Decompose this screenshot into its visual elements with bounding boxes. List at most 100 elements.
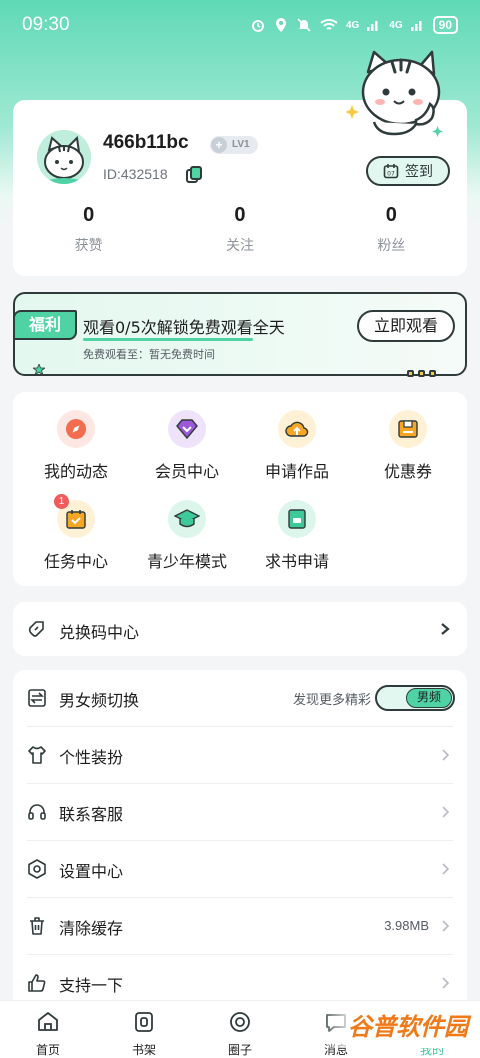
signal-bars-icon bbox=[367, 21, 378, 31]
gender-switch-label: 男女频切换 bbox=[59, 691, 140, 710]
feature-task-center-label: 任务中心 bbox=[43, 552, 108, 571]
stat-likes[interactable]: 0 获赞 bbox=[13, 204, 164, 255]
username: 466b11bc bbox=[103, 132, 189, 153]
avatar[interactable] bbox=[37, 130, 91, 184]
thumbs-up-icon bbox=[28, 974, 46, 992]
ticket-icon bbox=[28, 621, 44, 637]
feature-my-posts-label: 我的动态 bbox=[43, 462, 108, 481]
alarm-icon bbox=[251, 20, 264, 32]
star-decoration-icon bbox=[33, 364, 45, 376]
nav-bookshelf[interactable]: 书架 bbox=[96, 1001, 192, 1058]
home-icon bbox=[38, 1012, 58, 1031]
profile-stats: 0 获赞 0 关注 0 粉丝 bbox=[13, 204, 467, 255]
graduation-cap-icon bbox=[168, 500, 206, 538]
welfare-banner[interactable]: 福利 观看0/5次解锁免费观看全天 免费观看至：暂无免费时间 立即观看 bbox=[13, 292, 467, 377]
stat-fans-label: 粉丝 bbox=[377, 238, 406, 254]
feature-apply-works[interactable]: 申请作品 bbox=[242, 410, 352, 482]
welfare-title: 观看0/5次解锁免费观看全天 bbox=[83, 318, 285, 337]
upload-cloud-icon bbox=[278, 410, 316, 448]
svg-text:07: 07 bbox=[387, 171, 395, 178]
redeem-code-label: 兑换码中心 bbox=[59, 623, 140, 642]
support-us-label: 支持一下 bbox=[59, 976, 124, 995]
stat-likes-label: 获赞 bbox=[74, 238, 103, 254]
customer-service-label: 联系客服 bbox=[59, 805, 124, 824]
cat-mascot-icon bbox=[346, 50, 443, 137]
stat-fans-value: 0 bbox=[385, 204, 397, 226]
feature-book-request-label: 求书申请 bbox=[264, 552, 329, 571]
level-plus-icon: + bbox=[211, 137, 227, 153]
chevron-right-icon bbox=[442, 977, 450, 989]
personalize-row[interactable]: 个性装扮 bbox=[13, 727, 467, 784]
headset-icon bbox=[28, 804, 46, 820]
gender-switch-row[interactable]: 男女频切换 发现更多精彩 男频 bbox=[13, 670, 467, 727]
welfare-dots bbox=[407, 370, 436, 377]
feature-task-center[interactable]: 1 任务中心 bbox=[21, 494, 131, 572]
wifi-icon bbox=[320, 19, 338, 30]
bookshelf-icon bbox=[135, 1012, 153, 1032]
watermark: 谷普软件园 bbox=[326, 1006, 472, 1048]
task-badge: 1 bbox=[54, 494, 69, 509]
nav-bookshelf-label: 书架 bbox=[131, 1043, 156, 1057]
shirt-icon bbox=[28, 746, 46, 764]
feature-vip-center[interactable]: 会员中心 bbox=[132, 410, 242, 482]
level-badge: + LV1 bbox=[210, 136, 258, 154]
welfare-progress-line bbox=[83, 338, 253, 341]
chevron-right-icon bbox=[441, 623, 450, 635]
status-icons: 4G 4G 90 bbox=[250, 16, 458, 34]
feature-apply-works-label: 申请作品 bbox=[264, 462, 329, 481]
stat-likes-value: 0 bbox=[83, 204, 95, 226]
nav-home-label: 首页 bbox=[35, 1043, 60, 1057]
gender-toggle[interactable]: 男频 bbox=[375, 685, 455, 711]
welfare-tag: 福利 bbox=[13, 310, 77, 340]
compass-icon bbox=[57, 410, 95, 448]
book-request-icon bbox=[278, 500, 316, 538]
nav-circle[interactable]: 圈子 bbox=[192, 1001, 288, 1058]
nav-home[interactable]: 首页 bbox=[0, 1001, 96, 1058]
feature-teen-mode-label: 青少年模式 bbox=[146, 552, 227, 571]
battery-indicator: 90 bbox=[432, 16, 458, 34]
feature-coupons-label: 优惠券 bbox=[383, 462, 432, 481]
stat-following-value: 0 bbox=[234, 204, 246, 226]
settings-center-row[interactable]: 设置中心 bbox=[13, 841, 467, 898]
diamond-icon bbox=[168, 410, 206, 448]
signal-2-label: 4G bbox=[389, 19, 403, 31]
cache-size: 3.98MB bbox=[384, 918, 429, 933]
feature-book-request[interactable]: 求书申请 bbox=[242, 500, 352, 572]
clear-cache-label: 清除缓存 bbox=[59, 919, 124, 938]
calendar-icon: 07 bbox=[383, 164, 399, 179]
chevron-right-icon bbox=[442, 920, 450, 932]
personalize-label: 个性装扮 bbox=[59, 748, 124, 767]
feature-grid: 我的动态 会员中心 申请作品 优惠券 1 任务中心 青少年模式 求书申请 bbox=[13, 392, 467, 586]
welfare-subtitle: 免费观看至：暂无免费时间 bbox=[83, 348, 215, 361]
settings-list: 男女频切换 发现更多精彩 男频 个性装扮 联系客服 设置中心 清除缓存 3.98… bbox=[13, 670, 467, 1010]
cat-avatar-icon bbox=[37, 130, 91, 184]
sign-in-button[interactable]: 07 签到 bbox=[366, 156, 450, 186]
redeem-code-row[interactable]: 兑换码中心 bbox=[13, 602, 467, 656]
customer-service-row[interactable]: 联系客服 bbox=[13, 784, 467, 841]
stat-fans[interactable]: 0 粉丝 bbox=[316, 204, 467, 255]
gear-icon bbox=[28, 859, 46, 879]
feature-teen-mode[interactable]: 青少年模式 bbox=[132, 500, 242, 572]
chevron-right-icon bbox=[442, 749, 450, 761]
coupon-icon bbox=[389, 410, 427, 448]
sign-in-label: 签到 bbox=[405, 164, 433, 180]
stat-following[interactable]: 0 关注 bbox=[164, 204, 315, 255]
watch-now-button[interactable]: 立即观看 bbox=[357, 310, 455, 342]
chevron-right-icon bbox=[442, 806, 450, 818]
settings-center-label: 设置中心 bbox=[59, 862, 124, 881]
switch-arrows-icon bbox=[28, 689, 46, 707]
circle-icon bbox=[230, 1012, 250, 1032]
feature-vip-center-label: 会员中心 bbox=[154, 462, 219, 481]
mute-icon bbox=[297, 18, 311, 32]
feature-my-posts[interactable]: 我的动态 bbox=[21, 410, 131, 482]
signal-bars-2-icon bbox=[410, 21, 422, 31]
gender-toggle-value: 男频 bbox=[406, 688, 452, 708]
copy-icon[interactable] bbox=[185, 166, 203, 184]
level-label: LV1 bbox=[232, 139, 250, 150]
status-time: 09:30 bbox=[22, 14, 70, 35]
nav-circle-label: 圈子 bbox=[227, 1043, 252, 1057]
user-id: ID:432518 bbox=[103, 166, 168, 182]
task-calendar-icon: 1 bbox=[54, 494, 95, 538]
feature-coupons[interactable]: 优惠券 bbox=[353, 410, 463, 482]
clear-cache-row[interactable]: 清除缓存 3.98MB bbox=[13, 898, 467, 955]
